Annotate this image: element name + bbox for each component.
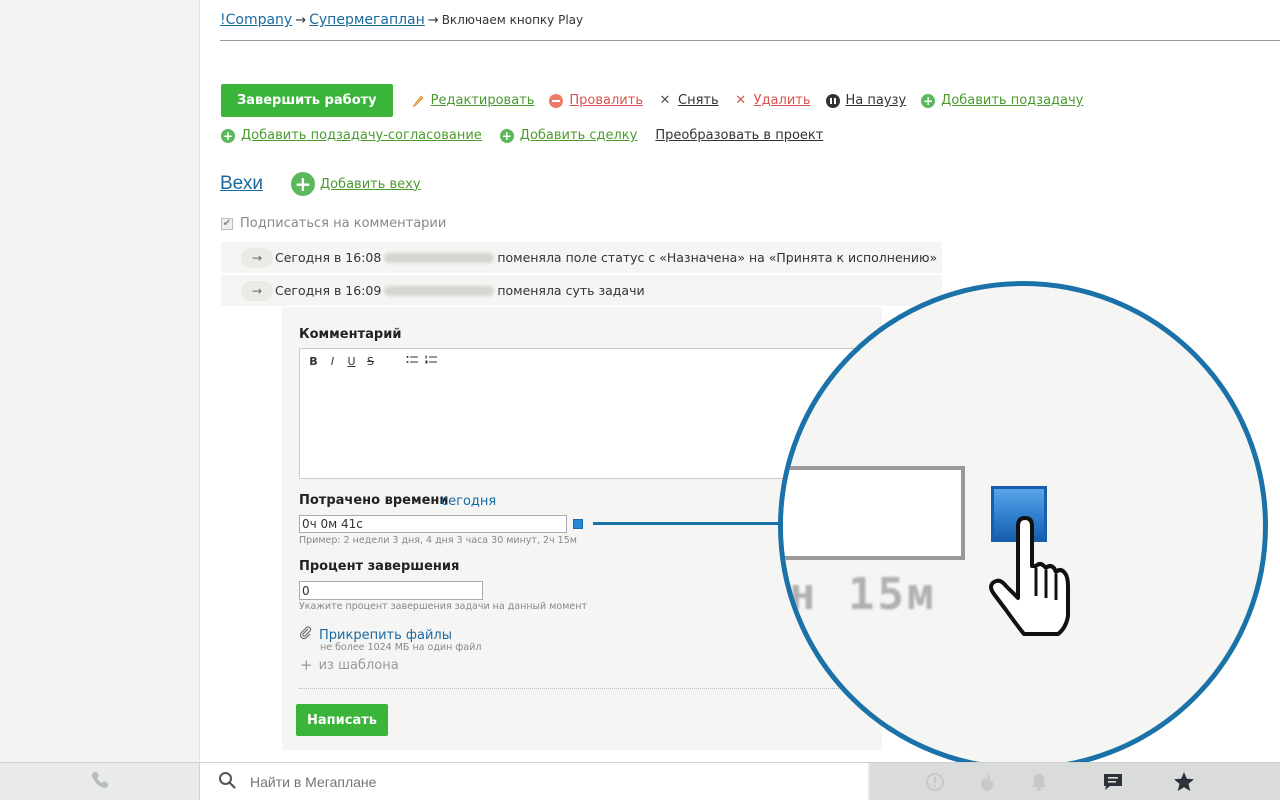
delete-label: Удалить <box>753 93 811 108</box>
add-approval-subtask-label: Добавить подзадачу-согласование <box>241 128 482 143</box>
timer-play-button[interactable] <box>573 519 583 529</box>
attach-hint: не более 1024 МБ на один файл <box>320 642 482 653</box>
delete-x-icon: ✕ <box>735 93 747 108</box>
time-spent-input[interactable] <box>299 515 567 533</box>
log-text: поменяла суть задачи <box>497 283 645 298</box>
delete-action[interactable]: ✕ Удалить <box>734 93 811 108</box>
add-milestone-label: Добавить веху <box>319 176 421 192</box>
percent-input[interactable] <box>299 581 483 600</box>
bottom-bar <box>0 762 1280 800</box>
pause-action[interactable]: На паузу <box>825 93 907 108</box>
milestones-section: Вехи + Добавить веху <box>220 172 421 196</box>
zoom-magnifier: н 15м <box>778 281 1268 771</box>
log-time: Сегодня в 16:08 <box>275 250 382 265</box>
add-deal-label: Добавить сделку <box>519 128 638 143</box>
subscribe-checkbox[interactable]: ✔ <box>221 217 233 230</box>
percent-hint: Укажите процент завершения задачи на дан… <box>299 601 587 612</box>
search-icon[interactable] <box>218 771 236 793</box>
breadcrumb-project-link[interactable]: Супермегаплан <box>309 12 425 28</box>
comment-title: Комментарий <box>299 327 402 342</box>
bell-icon[interactable] <box>1028 771 1050 793</box>
log-text: поменяла поле статус с «Назначена» на «П… <box>497 250 938 265</box>
log-time: Сегодня в 16:09 <box>275 283 382 298</box>
task-actions: Завершить работу Редактировать Провалить… <box>221 84 1083 117</box>
bold-button[interactable]: B <box>307 355 320 368</box>
percent-label: Процент завершения <box>299 559 460 574</box>
subscribe-label: Подписаться на комментарии <box>240 216 447 231</box>
zoomed-hint-text: н 15м <box>789 569 937 620</box>
close-icon: ✕ <box>659 93 671 108</box>
finish-work-button[interactable]: Завершить работу <box>221 84 393 117</box>
dotted-divider <box>299 688 859 689</box>
add-subtask-label: Добавить подзадачу <box>941 93 1084 108</box>
edit-action[interactable]: Редактировать <box>411 93 535 108</box>
italic-button[interactable]: I <box>326 355 339 368</box>
star-icon[interactable] <box>1173 771 1195 793</box>
editor-toolbar: B I U S <box>307 355 443 368</box>
task-actions-secondary: + Добавить подзадачу-согласование + Доба… <box>221 128 823 143</box>
hand-cursor-icon <box>988 516 1078 640</box>
breadcrumb-current: Включаем кнопку Play <box>441 13 584 27</box>
phone-slot <box>0 763 200 800</box>
zoom-connector-line <box>593 522 783 525</box>
strikethrough-button[interactable]: S <box>364 355 377 368</box>
pause-label: На паузу <box>845 93 907 108</box>
time-spent-label: Потрачено времени <box>299 493 449 508</box>
plus-icon: + <box>300 656 313 674</box>
plus-circle-icon: + <box>290 172 315 196</box>
remove-action[interactable]: ✕ Снять <box>658 93 719 108</box>
fail-label: Провалить <box>569 93 643 108</box>
arrow-right-icon[interactable]: → <box>241 280 273 301</box>
activity-log-row: → Сегодня в 16:08 поменяла поле статус с… <box>221 242 942 273</box>
from-template-label: из шаблона <box>318 657 399 673</box>
remove-label: Снять <box>678 93 719 108</box>
header-divider <box>220 40 1280 41</box>
pause-icon <box>825 93 840 108</box>
breadcrumb: !Company → Супермегаплан → Включаем кноп… <box>220 10 583 30</box>
paperclip-icon <box>299 626 313 644</box>
plus-circle-icon: + <box>921 93 936 108</box>
underline-button[interactable]: U <box>345 355 358 368</box>
milestones-title[interactable]: Вехи <box>220 173 263 195</box>
global-search <box>200 763 868 800</box>
breadcrumb-separator: → <box>427 12 439 28</box>
pencil-icon <box>411 94 425 108</box>
attach-files-label: Прикрепить файлы <box>319 627 452 643</box>
edit-label: Редактировать <box>430 93 535 108</box>
bottom-icons <box>870 763 1280 800</box>
comment-editor[interactable]: B I U S <box>299 348 859 479</box>
bullet-list-icon[interactable] <box>405 355 418 368</box>
chat-icon[interactable] <box>1102 771 1124 793</box>
add-approval-subtask-action[interactable]: + Добавить подзадачу-согласование <box>221 128 482 143</box>
time-day-selector[interactable]: сегодня <box>441 494 496 509</box>
subscribe-comments: ✔ Подписаться на комментарии <box>221 216 446 231</box>
left-gutter <box>0 0 200 762</box>
fail-action[interactable]: Провалить <box>549 93 643 108</box>
search-input[interactable] <box>250 774 750 790</box>
zoomed-time-input <box>783 466 965 560</box>
add-subtask-action[interactable]: + Добавить подзадачу <box>921 93 1083 108</box>
breadcrumb-separator: → <box>295 12 307 28</box>
arrow-right-icon[interactable]: → <box>241 247 273 268</box>
plus-circle-icon: + <box>221 128 235 143</box>
convert-to-project-action[interactable]: Преобразовать в проект <box>655 128 823 143</box>
time-hint: Пример: 2 недели 3 дня, 4 дня 3 часа 30 … <box>299 535 577 546</box>
add-milestone-button[interactable]: + Добавить веху <box>290 172 421 196</box>
alert-icon[interactable] <box>924 771 946 793</box>
submit-comment-button[interactable]: Написать <box>296 704 388 736</box>
from-template-link[interactable]: + из шаблона <box>300 656 399 674</box>
fire-icon[interactable] <box>976 771 998 793</box>
user-name-blurred <box>384 252 495 263</box>
phone-icon[interactable] <box>90 770 110 794</box>
minus-circle-icon <box>549 93 564 108</box>
numbered-list-icon[interactable] <box>424 355 437 368</box>
add-deal-action[interactable]: + Добавить сделку <box>499 128 638 143</box>
convert-to-project-label: Преобразовать в проект <box>655 128 824 143</box>
user-name-blurred <box>384 285 495 296</box>
plus-circle-icon: + <box>499 128 514 143</box>
breadcrumb-company-link[interactable]: !Company <box>220 12 292 28</box>
activity-log-row: → Сегодня в 16:09 поменяла суть задачи <box>221 275 942 306</box>
